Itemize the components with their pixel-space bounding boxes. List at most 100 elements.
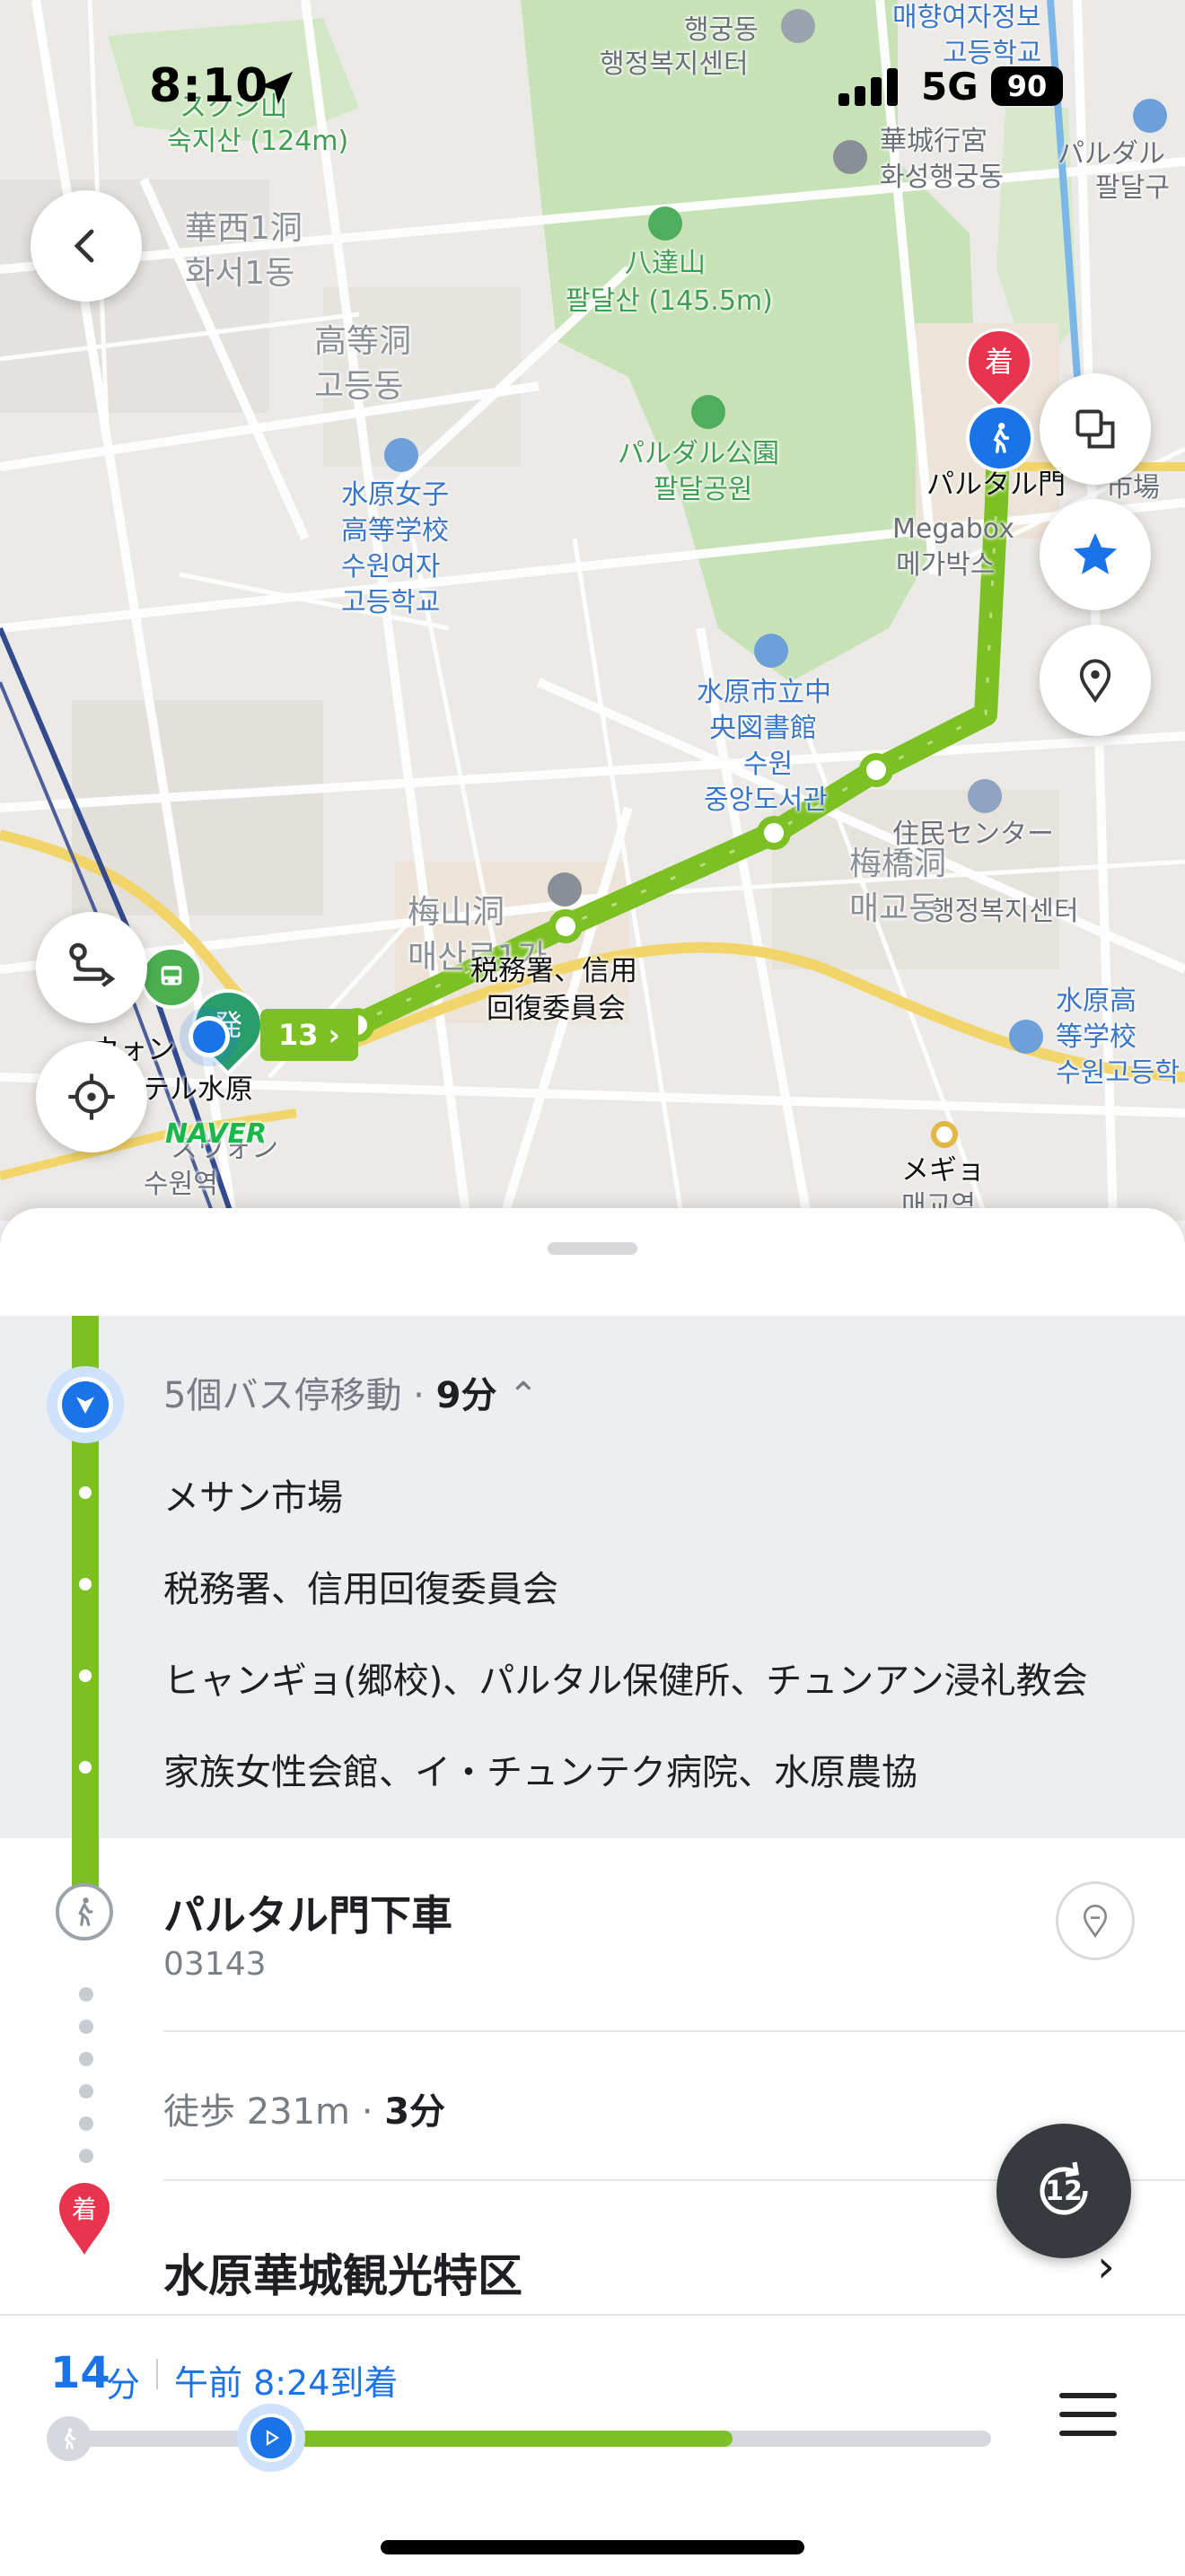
map-base — [0, 0, 1185, 1221]
stop-dot — [79, 1669, 92, 1682]
chevron-right-icon[interactable]: › — [1097, 2240, 1115, 2292]
chevron-left-icon — [74, 229, 94, 263]
map-label: Megabox — [892, 513, 1014, 545]
map-label: 행정복지센터 — [930, 896, 1079, 927]
map-label: 고등학교 — [341, 587, 441, 618]
office-icon — [548, 872, 582, 907]
walk-dot — [79, 2149, 93, 2163]
segment-stop-count: 5個バス停移動 — [163, 1375, 402, 1416]
school-icon — [1009, 1020, 1043, 1054]
list-item: 家族女性会館、イ・チュンテク病院、水原農協 — [163, 1752, 917, 1793]
sheet-drag-handle[interactable] — [548, 1242, 637, 1255]
stop-dot — [79, 1578, 92, 1590]
eta-minutes-unit: 分 — [106, 2365, 141, 2405]
favorite-button[interactable] — [1040, 499, 1151, 610]
map-label: 梅橋洞 — [849, 846, 947, 882]
walk-marker-icon — [966, 404, 1034, 472]
map-label: 중앙도서관 — [704, 784, 828, 816]
walk-dot — [79, 2052, 93, 2066]
library-icon — [754, 634, 788, 668]
route-map[interactable]: スクジ山 숙지산 (124m) 華西1洞 화서1동 高等洞 고등동 水原女子 高… — [0, 0, 1185, 1221]
walk-dot — [79, 2020, 93, 2034]
layers-button[interactable] — [1040, 373, 1151, 485]
stop-dot — [79, 1486, 92, 1499]
mountain-icon — [648, 206, 682, 241]
map-label: 수원역 — [144, 1169, 218, 1200]
eta-minutes: 14 — [50, 2348, 110, 2398]
map-label: 華西1洞 — [185, 210, 303, 247]
map-label: 수원 — [743, 749, 794, 780]
map-label: 화서1동 — [185, 255, 295, 292]
back-button[interactable] — [31, 190, 142, 302]
alight-stop-title[interactable]: パルタル門下車 — [163, 1883, 452, 1942]
map-label: 水原女子 — [341, 479, 449, 511]
signal-icon — [838, 68, 898, 106]
replay-button[interactable]: 12 — [996, 2124, 1131, 2258]
star-icon — [1073, 532, 1118, 574]
divider — [163, 2030, 1185, 2032]
map-label: 팔달공원 — [654, 474, 753, 505]
walk-dot — [79, 2116, 93, 2131]
map-label: 매교동 — [849, 890, 939, 927]
progress-position-marker — [237, 2404, 306, 2472]
walk-start-icon — [47, 2416, 92, 2461]
eta-bar: 14 分 午前 8:24到着 — [0, 2314, 1185, 2576]
home-indicator[interactable] — [381, 2540, 804, 2554]
map-pin-icon — [1083, 1905, 1108, 1939]
map-label: 고등동 — [314, 368, 404, 405]
office-icon — [968, 779, 1002, 813]
destination-title[interactable]: 水原華城観光特区 — [163, 2240, 522, 2305]
map-label: 팔달구 — [1095, 172, 1170, 204]
current-location-dot — [189, 1016, 230, 1057]
walk-dot — [79, 2084, 93, 2098]
route-icon — [69, 942, 116, 987]
segment-time: 9分 — [435, 1375, 497, 1416]
location-arrow-icon — [260, 72, 293, 104]
crosshair-icon — [68, 1073, 115, 1120]
stop-dot — [79, 1761, 92, 1774]
list-item: メサン市場 — [163, 1477, 343, 1519]
list-item: ヒャンギョ(郷校)、パルタル保健所、チュンアン浸礼教会 — [163, 1660, 1088, 1702]
map-label: 高等洞 — [314, 323, 412, 360]
network-type: 5G — [921, 65, 979, 109]
map-label: 메가박스 — [896, 549, 996, 581]
current-position-marker — [47, 1366, 124, 1443]
chevron-up-icon: ⌃ — [508, 1375, 539, 1416]
map-label: 八達山 — [625, 248, 706, 279]
map-label: 高等学校 — [341, 515, 449, 547]
my-location-button[interactable] — [36, 1041, 147, 1152]
map-label: 水原市立中 — [697, 677, 831, 708]
map-label: パルタル門 — [926, 469, 1066, 501]
map-label: メギョ — [901, 1154, 985, 1187]
walk-icon — [56, 1883, 113, 1941]
stop-location-button[interactable] — [1056, 1881, 1135, 1960]
layers-icon — [1075, 409, 1115, 449]
status-bar: 8:10 5G 90 — [0, 0, 1185, 171]
bus-stop-icon[interactable] — [140, 946, 203, 1009]
walk-time: 3分 — [384, 2091, 446, 2133]
naver-logo: NAVER — [165, 1118, 268, 1150]
school-icon — [384, 438, 418, 472]
map-label: 等学校 — [1056, 1021, 1137, 1053]
map-label: 팔달산 (145.5m) — [566, 285, 773, 317]
battery-icon: 90 — [991, 66, 1063, 106]
bus-number-badge[interactable]: 13 › — [260, 1009, 358, 1061]
map-label: 수원고등학 — [1056, 1057, 1180, 1089]
location-pin-button[interactable] — [1040, 625, 1151, 736]
trip-progress-fill — [271, 2431, 733, 2447]
walk-summary: 徒歩 231m · 3分 — [163, 2091, 446, 2133]
map-label: 税務署、信用 — [470, 955, 637, 987]
map-label: 央図書館 — [709, 713, 817, 744]
map-label: テル水原 — [142, 1073, 253, 1106]
map-label: 水原高 — [1056, 986, 1137, 1017]
segment-summary[interactable]: 5個バス停移動 · 9分 ⌃ — [163, 1366, 539, 1418]
map-label: 수원여자 — [341, 551, 441, 583]
route-overview-button[interactable] — [36, 912, 147, 1023]
destination-pin-icon: 着 — [56, 2179, 113, 2260]
list-item: 税務署、信用回復委員会 — [163, 1569, 558, 1610]
divider — [156, 2359, 158, 2389]
play-icon — [267, 2429, 280, 2447]
menu-button[interactable] — [1059, 2393, 1117, 2443]
map-label: パルダル公園 — [618, 438, 779, 469]
navigation-arrow-icon — [76, 1397, 94, 1414]
